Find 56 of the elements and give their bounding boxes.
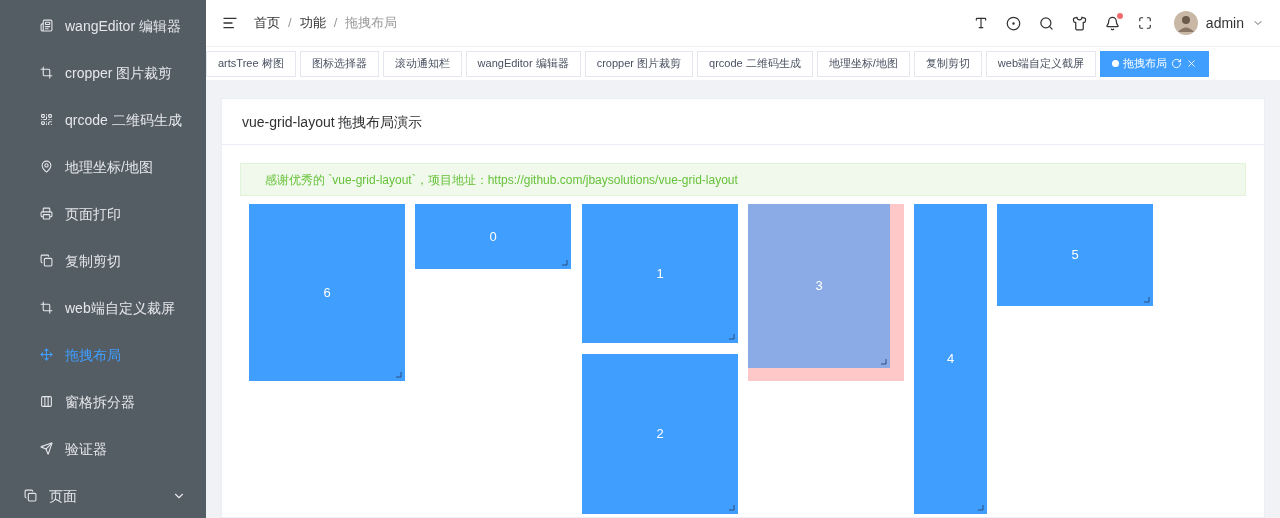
crop-icon: [40, 301, 53, 314]
crop-icon: [40, 66, 53, 79]
user-name[interactable]: admin: [1205, 13, 1244, 33]
bell-icon[interactable]: [1104, 15, 1120, 31]
tab[interactable]: qrcode 二维码生成: [697, 50, 813, 77]
card-title: vue-grid-layout 拖拽布局演示: [222, 99, 1264, 145]
tab[interactable]: wangEditor 编辑器: [465, 50, 581, 77]
newspaper-icon: [40, 19, 53, 32]
resize-handle-icon[interactable]: [881, 359, 887, 365]
breadcrumb-item[interactable]: 功能: [299, 13, 326, 33]
sidebar-item[interactable]: cropper 图片裁剪: [0, 49, 206, 96]
tab[interactable]: artsTree 树图: [206, 50, 296, 77]
resize-handle-icon[interactable]: [729, 334, 735, 340]
resize-handle-icon[interactable]: [1144, 297, 1150, 303]
menu-icon[interactable]: [222, 15, 238, 31]
tab[interactable]: 地理坐标/地图: [816, 50, 910, 77]
resize-handle-icon[interactable]: [729, 505, 735, 511]
tab[interactable]: 滚动通知栏: [382, 50, 462, 77]
tab[interactable]: web端自定义截屏: [985, 50, 1096, 77]
move-icon: [40, 348, 53, 361]
tab[interactable]: 复制剪切: [913, 50, 982, 77]
send-icon: [40, 442, 53, 455]
resize-handle-icon[interactable]: [978, 505, 984, 511]
breadcrumb-separator: /: [333, 14, 338, 33]
sidebar-item[interactable]: 地理坐标/地图: [0, 143, 206, 190]
sidebar-item[interactable]: web端自定义裁屏: [0, 284, 206, 331]
sidebar-item[interactable]: 复制剪切: [0, 237, 206, 284]
sidebar-item[interactable]: wangEditor 编辑器: [0, 2, 206, 49]
fullscreen-icon[interactable]: [1137, 16, 1152, 30]
tab[interactable]: 图标选择器: [299, 50, 379, 77]
columns-icon: [40, 395, 53, 408]
sidebar-item[interactable]: 验证器: [0, 425, 206, 472]
copy-icon: [40, 254, 53, 267]
resize-handle-icon[interactable]: [562, 260, 568, 266]
breadcrumb-item[interactable]: 首页: [254, 13, 280, 33]
sidebar-item[interactable]: qrcode 二维码生成: [0, 96, 206, 143]
text-size-icon[interactable]: [973, 16, 988, 30]
close-icon[interactable]: [1186, 58, 1197, 69]
tab[interactable]: cropper 图片裁剪: [584, 50, 694, 77]
active-dot-icon: [1112, 60, 1119, 67]
sidebar-group[interactable]: 页面: [0, 472, 206, 518]
shirt-icon[interactable]: [1071, 15, 1087, 31]
printer-icon: [40, 207, 53, 220]
sidebar-item[interactable]: 窗格拆分器: [0, 378, 206, 425]
breadcrumb-item: 拖拽布局: [345, 14, 398, 33]
breadcrumb-separator: /: [288, 14, 292, 33]
resize-handle-icon[interactable]: [396, 372, 402, 378]
avatar[interactable]: [1173, 11, 1198, 35]
map-pin-icon: [40, 160, 53, 173]
search-icon[interactable]: [1038, 15, 1054, 31]
alert-message: 感谢优秀的 `vue-grid-layout`，项目地址：https://github.com/jbaysolutions/vue-grid-layout: [240, 163, 1246, 196]
circle-icon[interactable]: [1005, 15, 1021, 31]
copy-icon: [24, 489, 37, 502]
sidebar-item[interactable]: 页面打印: [0, 190, 206, 237]
qrcode-icon: [40, 113, 53, 126]
refresh-icon[interactable]: [1171, 58, 1182, 69]
